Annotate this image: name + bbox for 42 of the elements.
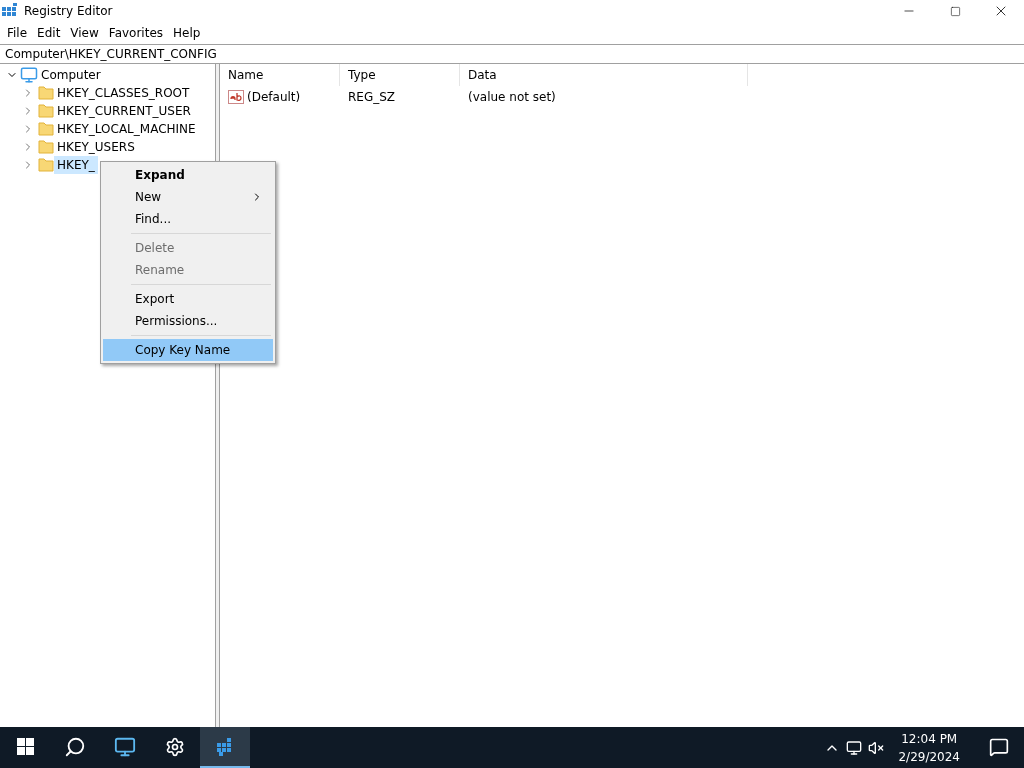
table-cell: (Default)	[220, 90, 340, 104]
folder-icon	[38, 140, 54, 154]
folder-icon	[38, 86, 54, 100]
string-value-icon	[228, 90, 244, 104]
address-bar[interactable]: Computer\HKEY_CURRENT_CONFIG	[0, 44, 1024, 64]
clock[interactable]: 12:04 PM 2/29/2024	[890, 729, 968, 766]
computer-icon[interactable]	[114, 735, 136, 758]
menu-item[interactable]: View	[65, 26, 104, 40]
search-icon[interactable]	[64, 735, 86, 758]
menu-item[interactable]: New	[103, 186, 273, 208]
folder-icon	[38, 104, 54, 118]
menu-item[interactable]: Favorites	[103, 26, 169, 40]
registry-cubes-icon	[2, 3, 18, 19]
menu-item[interactable]: Copy Key Name	[103, 339, 273, 361]
tree-item[interactable]: Computer	[38, 66, 104, 84]
column-header[interactable]: Type	[340, 64, 460, 86]
menu-item[interactable]: Find...	[103, 208, 273, 230]
column-header[interactable]: Data	[460, 64, 748, 86]
tree-item[interactable]: HKEY_	[54, 156, 98, 174]
menu-item[interactable]: File	[2, 26, 33, 40]
menu-item[interactable]: Help	[168, 26, 206, 40]
tree-item[interactable]: HKEY_USERS	[54, 138, 138, 156]
folder-icon	[38, 122, 54, 136]
computer-icon	[20, 66, 38, 84]
restore-icon[interactable]	[949, 5, 961, 17]
muted-speaker-icon[interactable]	[868, 739, 885, 756]
window-title: Registry Editor	[24, 4, 114, 18]
notifications-icon[interactable]	[989, 736, 1009, 757]
network-icon[interactable]	[846, 739, 863, 756]
folder-icon	[38, 158, 54, 172]
windows-start-icon[interactable]	[16, 738, 34, 755]
column-header[interactable]: Name	[220, 64, 340, 86]
menu-item[interactable]: Expand	[103, 164, 273, 186]
menu-item[interactable]: Permissions...	[103, 310, 273, 332]
tree-item[interactable]: HKEY_CURRENT_USER	[54, 102, 194, 120]
settings-icon[interactable]	[165, 736, 185, 757]
tree-item[interactable]: HKEY_CLASSES_ROOT	[54, 84, 193, 102]
table-cell-text: REG_SZ	[347, 90, 397, 104]
menu-item[interactable]: Export	[103, 288, 273, 310]
menu-item[interactable]: Edit	[32, 26, 66, 40]
tree-item[interactable]: HKEY_LOCAL_MACHINE	[54, 120, 199, 138]
table-cell-text: (value not set)	[467, 90, 557, 104]
